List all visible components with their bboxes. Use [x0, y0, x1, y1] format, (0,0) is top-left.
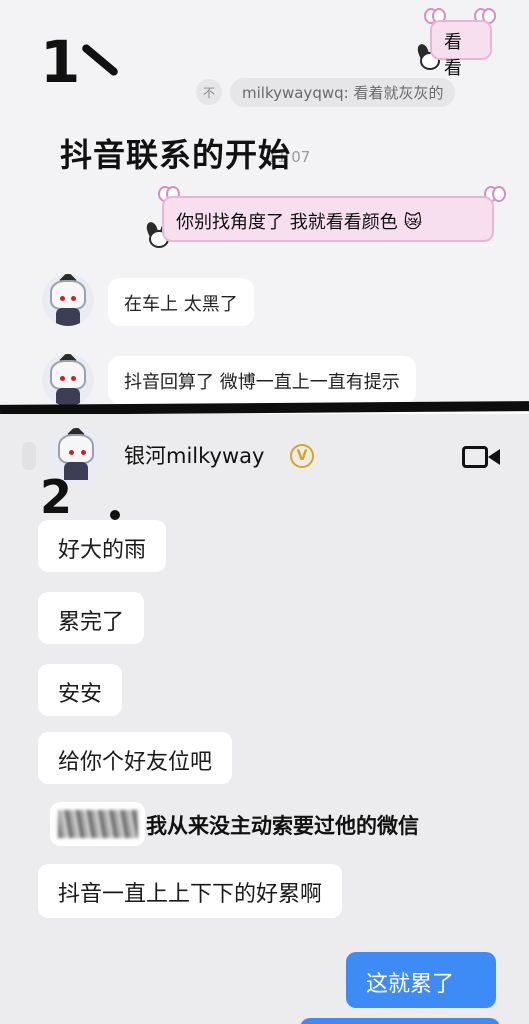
overlay-caption: 抖音联系的开始: [60, 136, 292, 174]
quoted-reply[interactable]: 不 milkywayqwq: 看着就灰灰的: [196, 77, 456, 107]
message-text: 抖音一直上上下下的好累啊: [58, 882, 323, 907]
sad-cat-emoji-icon: 😿: [403, 212, 423, 233]
message-text: 好大的雨: [58, 538, 147, 563]
overlay-caption: 我从来没主动索要过他的微信: [146, 814, 419, 838]
verified-badge-icon: V: [290, 444, 314, 468]
douyin-chat-screenshot-1: 1 看看 不 milkywayqwq: 看着就灰灰的 -11 07 抖音联系的开…: [0, 0, 529, 408]
message-text: 累完了: [58, 610, 125, 635]
received-message-bubble[interactable]: 好大的雨: [38, 520, 167, 572]
message-text: 这就累了: [366, 972, 455, 997]
quote-translate-icon[interactable]: 不: [196, 79, 222, 105]
sent-message-bubble[interactable]: 你别找角度了 我就看看颜色 😿: [162, 196, 494, 242]
sent-message-bubble-partial[interactable]: [300, 1018, 500, 1024]
sent-message-bubble[interactable]: 看看: [430, 20, 492, 79]
message-text: 给你个好友位吧: [58, 750, 213, 775]
message-text: 看看: [444, 32, 462, 79]
avatar[interactable]: [42, 274, 94, 326]
message-text: 安安: [58, 682, 103, 707]
message-text: 你别找角度了 我就看看颜色: [176, 212, 398, 233]
back-button[interactable]: [22, 442, 36, 470]
avatar[interactable]: [42, 354, 94, 406]
douyin-chat-screenshot-2: 银河milkyway V 2 好大的雨 累完了 安安 给你个好友位吧 我从来没主…: [0, 414, 529, 1024]
received-message-bubble[interactable]: 在车上 太黑了: [108, 278, 254, 326]
contact-name[interactable]: 银河milkyway: [124, 440, 264, 470]
message-text: 在车上 太黑了: [124, 294, 238, 315]
censor-scribble: [58, 810, 138, 838]
redacted-message-bubble: [50, 802, 145, 846]
chat-header: 银河milkyway V: [0, 414, 529, 498]
message-text: 抖音回算了 微博一直上一直有提示: [124, 372, 400, 393]
received-message-bubble[interactable]: 抖音一直上上下下的好累啊: [38, 864, 343, 918]
video-call-icon[interactable]: [462, 444, 500, 470]
handwritten-label-2: 2: [40, 470, 120, 524]
received-message-bubble[interactable]: 累完了: [38, 592, 145, 644]
sent-message-bubble[interactable]: 这就累了: [346, 952, 496, 1008]
received-message-bubble[interactable]: 安安: [38, 664, 123, 716]
quoted-text: milkywayqwq: 看着就灰灰的: [230, 77, 456, 107]
received-message-bubble[interactable]: 抖音回算了 微博一直上一直有提示: [108, 356, 416, 404]
received-message-bubble[interactable]: 给你个好友位吧: [38, 732, 233, 784]
handwritten-label-1: 1: [40, 28, 120, 96]
